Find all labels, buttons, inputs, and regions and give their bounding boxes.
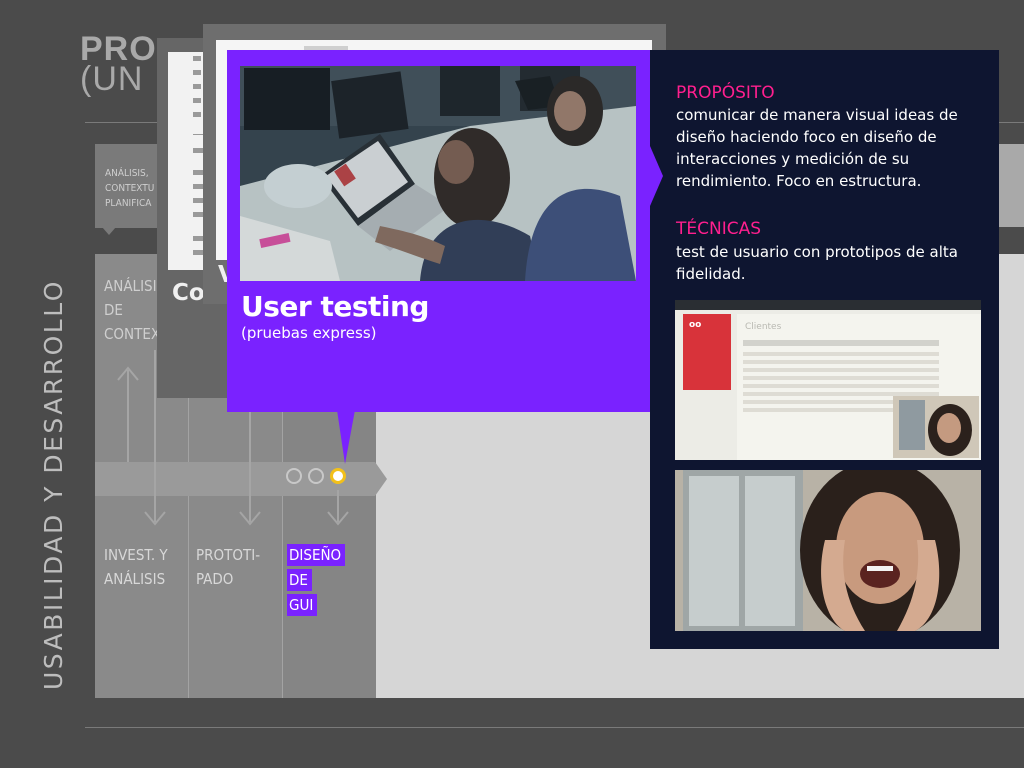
card-subtitle: (pruebas express)	[241, 324, 377, 342]
stacked-card-title: Co	[172, 280, 205, 306]
step-dot-active[interactable]	[330, 468, 346, 484]
phase-box-analysis[interactable]: ANÁLISIS, CONTEXTU PLANIFICA	[95, 144, 161, 228]
card-title: User testing	[241, 290, 429, 323]
background-title: PRO (UN	[80, 30, 157, 98]
screenshot-badge-label: oo	[689, 320, 702, 330]
phase-box-label: ANÁLISIS, CONTEXTU PLANIFICA	[105, 168, 155, 209]
card-pointer	[337, 410, 355, 464]
divider	[85, 727, 1024, 728]
purpose-text: comunicar de manera visual ideas de dise…	[676, 106, 958, 190]
column-label-diseno-gui: DISEÑO DE GUI	[287, 543, 346, 618]
people-testing-laptop-photo	[240, 66, 636, 281]
step-dot[interactable]	[308, 468, 324, 484]
column-top-label: ANÁLISI DE CONTEX	[104, 277, 161, 343]
info-panel-notch	[650, 146, 663, 206]
step-dot[interactable]	[286, 468, 302, 484]
phase-box-pointer	[102, 227, 116, 235]
column-label-invest: INVEST. Y ANÁLISIS	[104, 546, 168, 588]
techniques-text: test de usuario con prototipos de alta f…	[676, 243, 958, 283]
laughing-user-photo	[675, 470, 981, 631]
column-label-prototipado: PROTOTI- PADO	[196, 546, 261, 588]
process-arrow-tip	[375, 462, 387, 496]
screenshot-app-title: Clientes	[745, 322, 782, 332]
app-screenshot-with-webcam: oo Clientes	[675, 300, 981, 460]
purpose-heading: PROPÓSITO	[676, 83, 775, 103]
vertical-section-label: USABILIDAD Y DESARROLLO	[39, 279, 68, 690]
techniques-heading: TÉCNICAS	[676, 219, 762, 239]
